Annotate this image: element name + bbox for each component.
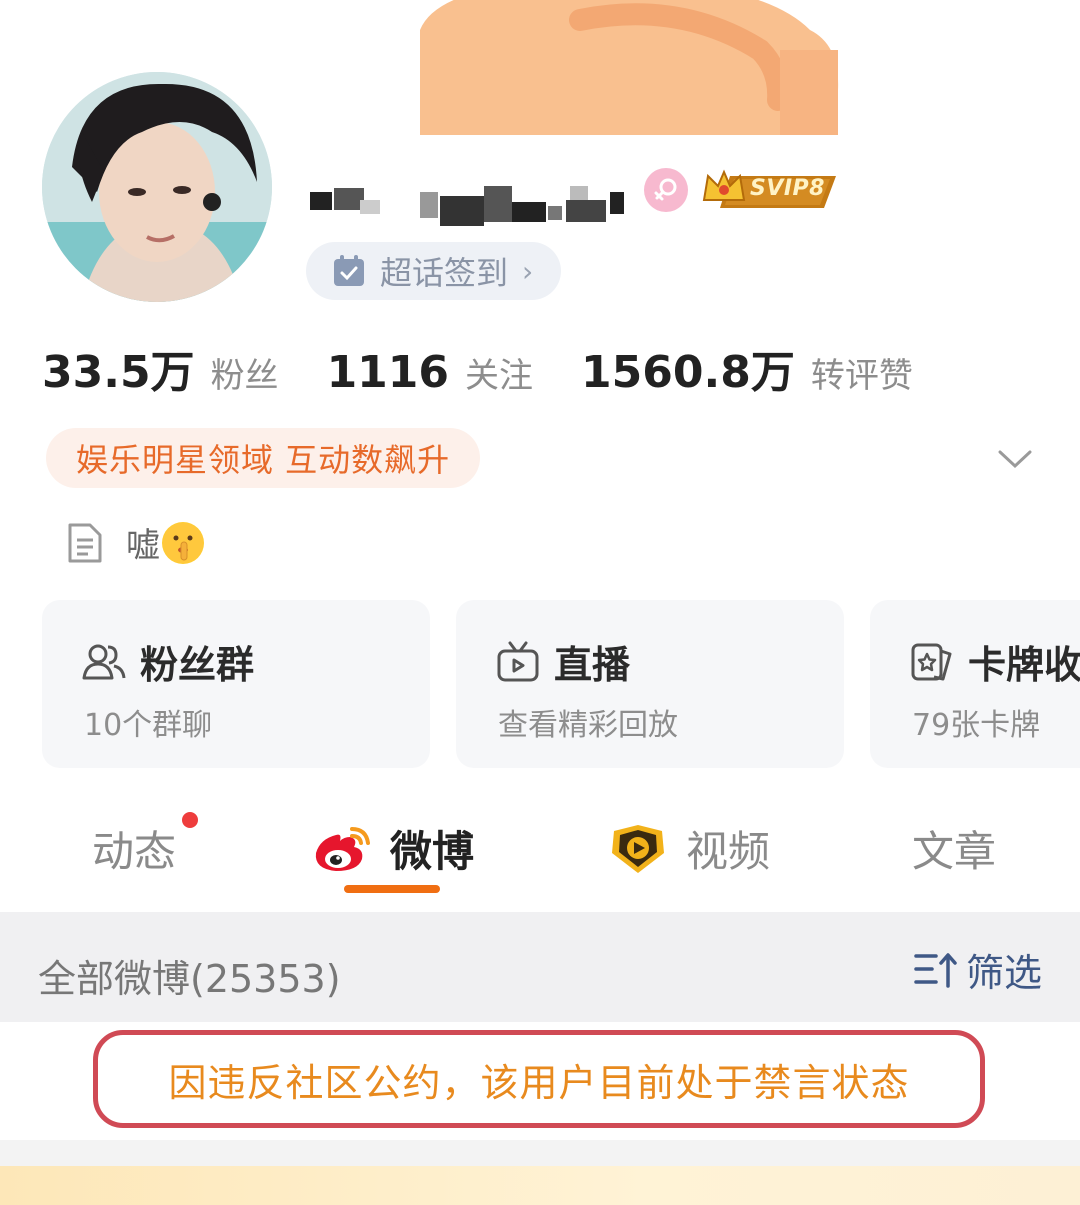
tab-weibo[interactable]: 微博 [312,818,474,879]
stat-label: 转评赞 [810,356,913,396]
section-divider [0,1140,1080,1166]
ban-notice-text: 因违反社区公约，该用户目前处于禁言状态 [168,1060,910,1105]
tab-articles[interactable]: 文章 [912,818,996,879]
tab-feed[interactable]: 动态 [92,812,198,879]
female-icon [654,178,677,201]
active-tab-indicator [344,885,440,893]
feature-cards: 粉丝群 10个群聊 直播 查看精彩回放 卡牌收 79张卡牌 [42,600,1080,770]
profile-page: SVIP8 超话签到 › 33.5万 粉丝 1116 关注 1560.8万 转评… [0,0,1080,1205]
card-subtitle: 10个群聊 [84,708,213,743]
stat-interactions[interactable]: 1560.8万 转评赞 [581,336,913,400]
bio-row: 嘘 [66,518,204,567]
calendar-check-icon [334,255,364,286]
chevron-right-icon: › [522,254,534,288]
domain-tag[interactable]: 娱乐明星领域 互动数飙升 [46,428,481,488]
tab-label: 微博 [390,827,475,876]
card-card-collection[interactable]: 卡牌收 79张卡牌 [870,600,1080,768]
card-subtitle: 查看精彩回放 [498,708,678,743]
chevron-down-icon[interactable] [996,440,1034,478]
stat-value: 1560.8万 [581,347,795,398]
avatar[interactable] [42,72,272,302]
stat-label: 关注 [465,356,534,396]
svip-label: SVIP8 [750,176,825,201]
bottom-banner [0,1166,1080,1205]
filter-label: 筛选 [966,951,1043,995]
fans-group-icon [82,644,126,679]
tab-label: 动态 [92,827,177,876]
card-collection-icon [911,643,952,680]
document-icon [68,523,102,562]
card-title: 直播 [554,643,631,687]
ban-notice: 因违反社区公约，该用户目前处于禁言状态 [93,1030,985,1128]
live-tv-icon [497,641,539,681]
card-title: 粉丝群 [140,643,255,687]
profile-tabs: 动态 微博 视频 文章 [0,800,1080,910]
stat-label: 粉丝 [210,356,279,396]
card-fans-group[interactable]: 粉丝群 10个群聊 [42,600,430,768]
stat-following[interactable]: 1116 关注 [327,347,533,398]
profile-stats: 33.5万 粉丝 1116 关注 1560.8万 转评赞 [42,336,961,400]
video-icon [612,824,664,873]
filter-bar: 全部微博(25353) 筛选 [0,912,1080,1022]
cover-illustration [420,0,839,135]
card-title: 卡牌收 [968,643,1080,687]
card-title-row: 粉丝群 [82,634,254,689]
bio-text: 嘘 [126,526,160,566]
username-mosaic [310,186,624,226]
weibo-icon [315,826,370,871]
avatar-image [42,72,272,302]
filter-sort-icon [914,952,957,988]
stat-value: 1116 [326,347,450,398]
weibo-count-label: 全部微博(25353) [38,957,341,1001]
card-subtitle: 79张卡牌 [912,708,1041,743]
stat-value: 33.5万 [42,347,195,398]
shushing-face-emoji [162,521,204,564]
card-live[interactable]: 直播 查看精彩回放 [456,600,844,768]
female-badge [644,168,688,212]
card-title-row: 卡牌收 [910,634,1080,689]
tab-label: 视频 [686,827,771,876]
filter-button[interactable]: 筛选 [914,942,1042,997]
notice-area: 因违反社区公约，该用户目前处于禁言状态 [0,1022,1080,1140]
card-title-row: 直播 [496,634,630,689]
domain-tag-label: 娱乐明星领域 互动数飙升 [76,441,451,479]
tab-label: 文章 [912,827,997,876]
notification-dot [182,812,198,828]
tab-video[interactable]: 视频 [608,818,770,879]
checkin-label: 超话签到 [380,254,509,292]
super-topic-checkin-button[interactable]: 超话签到 › [306,242,562,300]
stat-followers[interactable]: 33.5万 粉丝 [42,336,279,400]
